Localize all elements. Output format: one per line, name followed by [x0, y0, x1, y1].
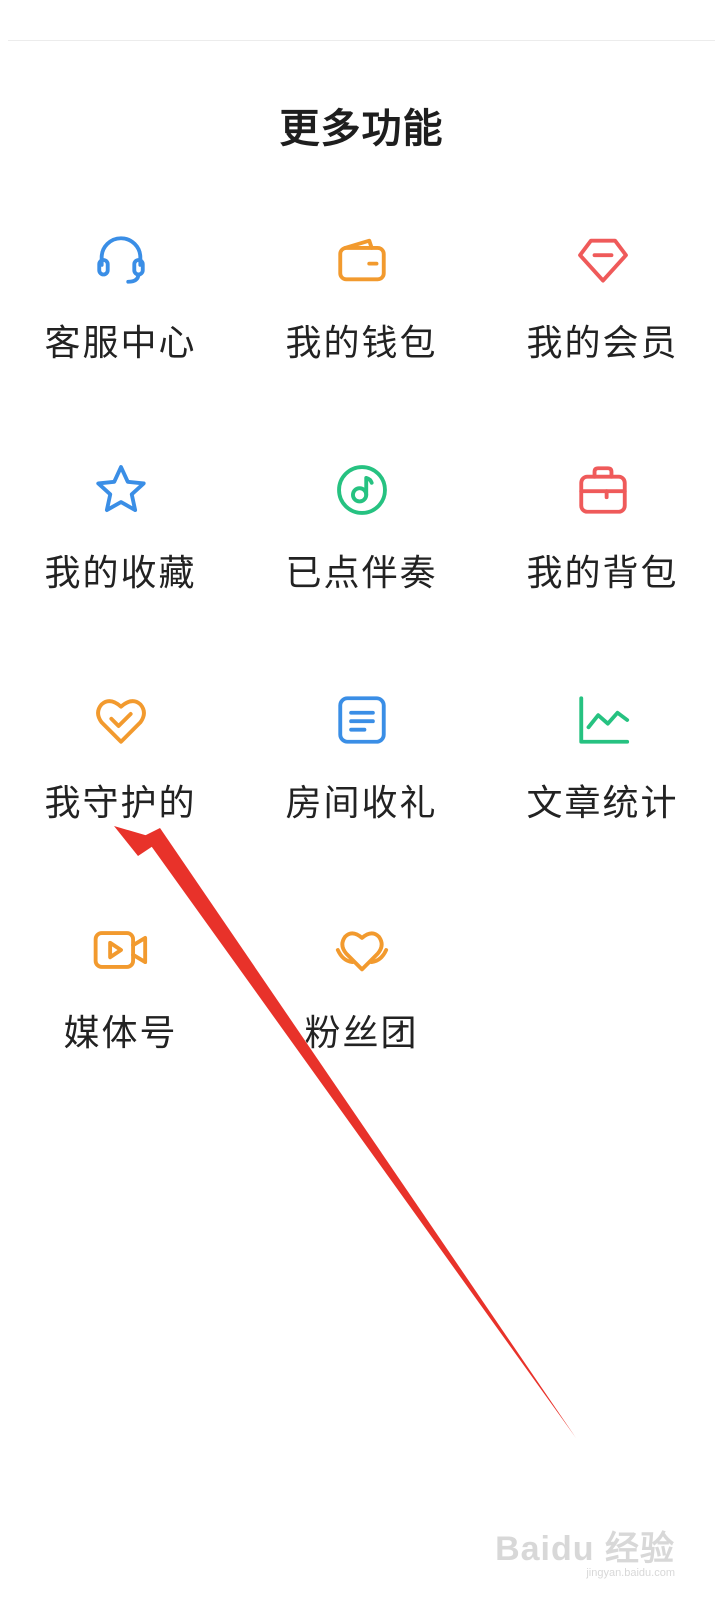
- feature-backpack[interactable]: 我的背包: [482, 460, 723, 690]
- feature-label: 房间收礼: [285, 783, 438, 824]
- feature-membership[interactable]: 我的会员: [482, 230, 723, 460]
- feature-fan-club[interactable]: 粉丝团: [241, 920, 482, 1150]
- feature-customer-service[interactable]: 客服中心: [0, 230, 241, 460]
- feature-favorites[interactable]: 我的收藏: [0, 460, 241, 690]
- feature-label: 文章统计: [526, 783, 679, 824]
- feature-label: 我的会员: [526, 323, 679, 364]
- headset-icon: [91, 230, 151, 290]
- watermark-url: jingyan.baidu.com: [586, 1567, 675, 1579]
- feature-article-stats[interactable]: 文章统计: [482, 690, 723, 920]
- feature-label: 我的收藏: [44, 553, 197, 594]
- backpack-icon: [573, 460, 633, 520]
- feature-grid: 客服中心 我的钱包 我的会员 我的收藏 已点伴奏 我的背包 我守护的 房间收礼 …: [0, 230, 723, 1150]
- star-icon: [91, 460, 151, 520]
- feature-label: 我的钱包: [285, 323, 438, 364]
- video-camera-icon: [91, 920, 151, 980]
- heart-check-icon: [91, 690, 151, 750]
- feature-wallet[interactable]: 我的钱包: [241, 230, 482, 460]
- feature-label: 我的背包: [526, 553, 679, 594]
- feature-label: 粉丝团: [304, 1013, 419, 1054]
- watermark-logo: Baidu 经验: [495, 1530, 675, 1568]
- feature-media-account[interactable]: 媒体号: [0, 920, 241, 1150]
- top-divider: [8, 40, 715, 41]
- feature-room-gifts[interactable]: 房间收礼: [241, 690, 482, 920]
- music-disc-icon: [332, 460, 392, 520]
- page-title: 更多功能: [279, 106, 444, 152]
- gem-icon: [573, 230, 633, 290]
- empty-slot: [482, 920, 723, 1150]
- feature-row: 媒体号 粉丝团: [0, 920, 723, 1150]
- watermark: Baidu 经验 jingyan.baidu.com: [495, 1531, 675, 1580]
- heart-hands-icon: [332, 920, 392, 980]
- feature-row: 我的收藏 已点伴奏 我的背包: [0, 460, 723, 690]
- feature-row: 我守护的 房间收礼 文章统计: [0, 690, 723, 920]
- feature-label: 客服中心: [44, 323, 197, 364]
- feature-label: 我守护的: [44, 783, 197, 824]
- feature-label: 已点伴奏: [285, 553, 438, 594]
- feature-ordered-accompaniment[interactable]: 已点伴奏: [241, 460, 482, 690]
- feature-guarding[interactable]: 我守护的: [0, 690, 241, 920]
- line-chart-icon: [573, 690, 633, 750]
- feature-row: 客服中心 我的钱包 我的会员: [0, 230, 723, 460]
- wallet-icon: [332, 230, 392, 290]
- list-card-icon: [332, 690, 392, 750]
- feature-label: 媒体号: [63, 1013, 178, 1054]
